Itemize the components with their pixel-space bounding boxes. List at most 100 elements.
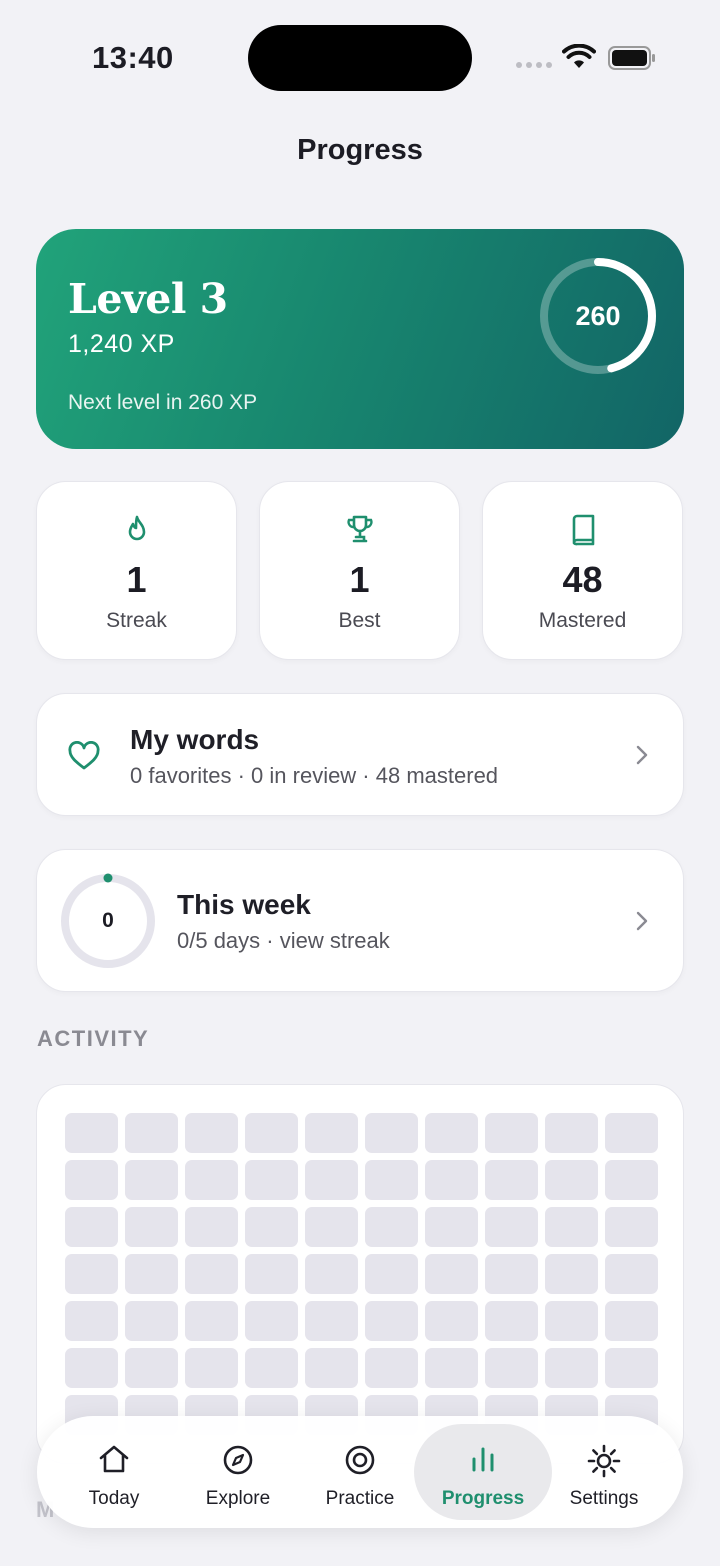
home-icon <box>99 1445 129 1473</box>
streak-card[interactable]: 1 Streak <box>36 481 237 660</box>
tab-explore-label: Explore <box>205 1488 271 1509</box>
activity-cell <box>125 1254 178 1294</box>
activity-cell <box>125 1160 178 1200</box>
best-value: 1 <box>349 559 370 600</box>
activity-cell <box>485 1348 538 1388</box>
level-xp: 1,240 XP <box>68 330 175 358</box>
activity-cell <box>365 1348 418 1388</box>
level-card[interactable]: Level 3 1,240 XP Next level in 260 XP 26… <box>36 229 684 449</box>
activity-cell <box>185 1301 238 1341</box>
activity-cell <box>485 1207 538 1247</box>
cellular-signal-icon <box>516 62 552 68</box>
activity-cell <box>185 1113 238 1153</box>
tab-progress-label: Progress <box>441 1488 525 1509</box>
activity-cell <box>245 1207 298 1247</box>
activity-cell <box>125 1301 178 1341</box>
page-title: Progress <box>297 134 423 166</box>
activity-cell <box>605 1254 658 1294</box>
activity-cell <box>125 1348 178 1388</box>
activity-cell <box>425 1113 478 1153</box>
book-icon <box>572 514 594 546</box>
chevron-right-icon <box>636 745 648 765</box>
activity-cell <box>365 1254 418 1294</box>
activity-cell <box>545 1207 598 1247</box>
activity-cell <box>485 1160 538 1200</box>
activity-cell <box>425 1160 478 1200</box>
level-title: Level 3 <box>68 275 228 323</box>
activity-cell <box>605 1301 658 1341</box>
tab-settings-label: Settings <box>569 1488 639 1509</box>
tab-settings[interactable]: Settings <box>543 1424 665 1520</box>
bar-chart-icon <box>472 1447 494 1472</box>
activity-cell <box>245 1160 298 1200</box>
activity-cell <box>65 1348 118 1388</box>
activity-cell <box>65 1207 118 1247</box>
activity-cell <box>365 1301 418 1341</box>
activity-cell <box>185 1207 238 1247</box>
target-icon <box>345 1445 375 1475</box>
my-words-row[interactable]: My words 0 favorites · 0 in review · 48 … <box>36 693 684 816</box>
activity-cell <box>545 1160 598 1200</box>
activity-cell <box>425 1207 478 1247</box>
activity-cell <box>245 1254 298 1294</box>
activity-section-label: ACTIVITY <box>37 1026 150 1051</box>
activity-cell <box>365 1113 418 1153</box>
this-week-row[interactable]: 0 This week 0/5 days · view streak <box>36 849 684 992</box>
this-week-title: This week <box>177 889 311 920</box>
activity-cell <box>65 1254 118 1294</box>
activity-cell <box>305 1301 358 1341</box>
activity-cell <box>125 1207 178 1247</box>
activity-cell <box>65 1160 118 1200</box>
tab-bar: Today Explore Practice Progress Settings <box>37 1416 683 1528</box>
heart-icon <box>68 741 100 770</box>
activity-cell <box>305 1160 358 1200</box>
activity-grid <box>65 1113 658 1435</box>
compass-icon <box>223 1445 253 1475</box>
best-card[interactable]: 1 Best <box>259 481 460 660</box>
activity-cell <box>485 1113 538 1153</box>
activity-cell <box>425 1301 478 1341</box>
streak-label: Streak <box>106 609 167 632</box>
my-words-subtitle: 0 favorites · 0 in review · 48 mastered <box>130 763 499 788</box>
activity-cell <box>545 1113 598 1153</box>
mastered-card[interactable]: 48 Mastered <box>482 481 683 660</box>
activity-cell <box>365 1207 418 1247</box>
activity-cell <box>485 1254 538 1294</box>
tab-practice-label: Practice <box>325 1488 395 1509</box>
status-bar: 13:40 <box>0 0 720 110</box>
streak-value: 1 <box>126 559 147 600</box>
week-ring-value: 0 <box>102 909 114 932</box>
my-words-title: My words <box>130 724 260 755</box>
battery-icon <box>608 46 655 70</box>
activity-cell <box>125 1113 178 1153</box>
activity-cell <box>605 1160 658 1200</box>
activity-cell <box>305 1207 358 1247</box>
activity-cell <box>305 1348 358 1388</box>
trophy-icon <box>346 515 373 543</box>
mastered-label: Mastered <box>538 609 627 632</box>
this-week-subtitle: 0/5 days · view streak <box>177 928 390 953</box>
activity-cell <box>245 1348 298 1388</box>
activity-cell <box>425 1254 478 1294</box>
dynamic-island <box>248 25 472 91</box>
activity-cell <box>545 1301 598 1341</box>
activity-cell <box>305 1113 358 1153</box>
activity-cell <box>65 1113 118 1153</box>
wifi-icon <box>562 44 596 68</box>
status-time: 13:40 <box>92 40 174 75</box>
tab-progress[interactable]: Progress <box>414 1424 552 1520</box>
tab-today-label: Today <box>88 1488 140 1509</box>
activity-cell <box>485 1301 538 1341</box>
activity-cell <box>185 1254 238 1294</box>
activity-cell <box>245 1113 298 1153</box>
tab-practice[interactable]: Practice <box>299 1424 421 1520</box>
activity-cell <box>305 1254 358 1294</box>
tab-today[interactable]: Today <box>53 1424 175 1520</box>
activity-cell <box>365 1160 418 1200</box>
activity-cell <box>545 1254 598 1294</box>
activity-cell <box>545 1348 598 1388</box>
activity-cell <box>185 1160 238 1200</box>
tab-explore[interactable]: Explore <box>177 1424 299 1520</box>
activity-cell <box>245 1301 298 1341</box>
best-label: Best <box>338 609 381 632</box>
